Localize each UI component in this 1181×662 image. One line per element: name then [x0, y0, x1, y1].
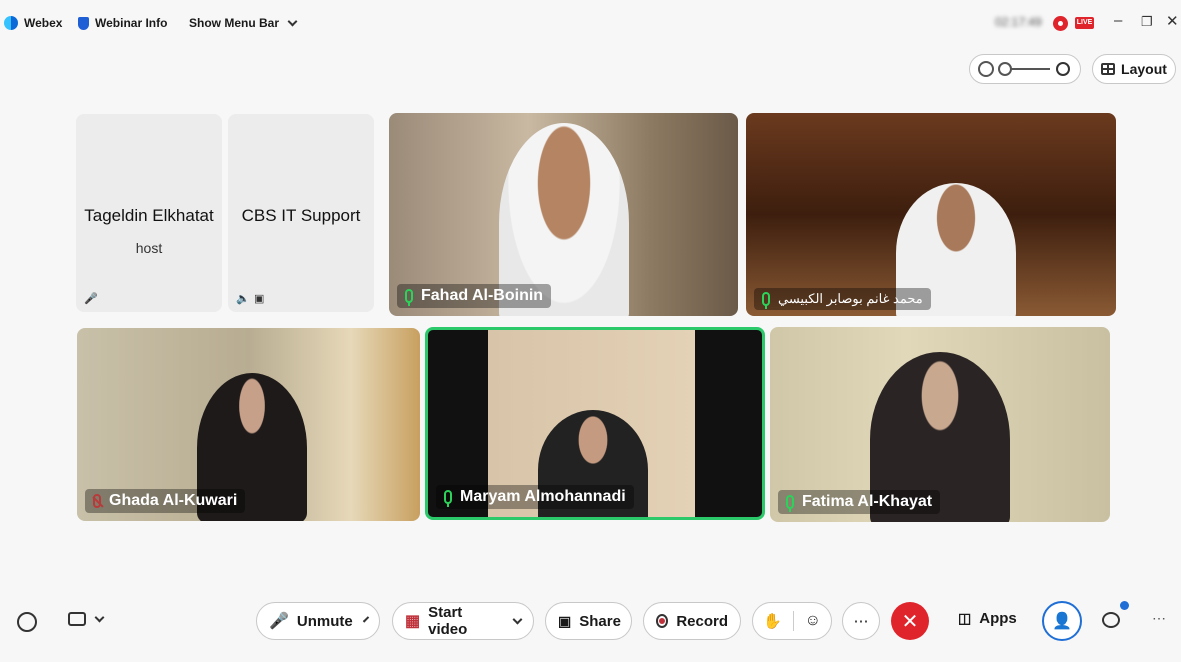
divider — [792, 611, 794, 631]
muted-mic-icon — [93, 494, 101, 508]
webinar-info-label: Webinar Info — [95, 16, 168, 30]
apps-icon: ◫ — [958, 610, 972, 626]
participant-name: محمد غانم بوصابر الكبيسي — [778, 291, 923, 306]
apps-button[interactable]: ◫ Apps — [958, 610, 1017, 627]
show-menu-bar-button[interactable]: Show Menu Bar — [189, 16, 298, 30]
participant-tile-tageldin[interactable]: Tageldin Elkhatat host 🎤 — [76, 114, 222, 312]
mic-active-icon — [786, 495, 794, 512]
zoom-slider-handle[interactable] — [998, 62, 1012, 76]
muted-mic-icon: 🎤 — [84, 293, 98, 305]
participant-name-tag: Fahad Al-Boinin — [397, 284, 552, 308]
zoom-control[interactable] — [969, 54, 1081, 84]
participant-name: Ghada Al-Kuwari — [109, 492, 238, 509]
raise-hand-icon[interactable]: ✋ — [763, 612, 782, 630]
chevron-down-icon — [94, 612, 105, 622]
record-icon — [656, 614, 669, 628]
meeting-timer: 02:17:49 — [995, 15, 1042, 29]
overflow-menu-icon[interactable]: ⋯ — [1152, 610, 1166, 627]
layout-label: Layout — [1121, 61, 1167, 77]
zoom-in-icon[interactable] — [1056, 62, 1070, 76]
screen-share-icon: ▣ — [254, 293, 265, 305]
start-video-button[interactable]: ▦ Start video — [392, 602, 534, 640]
start-video-label: Start video — [428, 604, 468, 638]
participant-tile-maryam[interactable]: Maryam Almohannadi — [425, 327, 765, 520]
share-label: Share — [579, 612, 621, 630]
record-label: Record — [676, 612, 728, 630]
share-screen-icon: ▣ — [558, 612, 572, 629]
participants-button[interactable]: 👤 — [1042, 601, 1082, 641]
participant-role: host — [135, 240, 163, 256]
captions-menu-button[interactable] — [68, 612, 105, 626]
participant-tile-fahad[interactable]: Fahad Al-Boinin — [389, 113, 738, 316]
participant-name-tag: Fatima Al-Khayat — [778, 490, 941, 514]
apps-label: Apps — [979, 610, 1017, 627]
participant-name-tag: Maryam Almohannadi — [436, 485, 634, 509]
share-button[interactable]: ▣ Share — [545, 602, 632, 640]
emoji-reaction-icon[interactable]: ☺ — [805, 612, 821, 630]
participant-name: Fatima Al-Khayat — [802, 493, 933, 510]
chevron-down-icon[interactable] — [512, 614, 523, 624]
mic-active-icon — [405, 289, 413, 306]
chevron-down-icon[interactable] — [362, 615, 370, 623]
unmute-button[interactable]: 🎤 Unmute — [256, 602, 380, 640]
participant-name-tag: محمد غانم بوصابر الكبيسي — [754, 288, 931, 310]
mic-active-icon — [762, 292, 770, 309]
leave-meeting-button[interactable]: ✕ — [891, 602, 929, 640]
chevron-down-icon — [287, 16, 298, 26]
minimize-icon[interactable]: – — [1114, 12, 1122, 29]
muted-mic-icon: 🎤 — [269, 613, 289, 630]
unmute-label: Unmute — [296, 612, 353, 630]
webinar-info-button[interactable]: Webinar Info — [78, 16, 167, 30]
shield-icon — [78, 16, 89, 30]
status-ring-icon[interactable] — [17, 612, 37, 632]
app-brand: Webex — [4, 16, 62, 30]
participant-tile-cbs-it[interactable]: CBS IT Support 🔈 ▣ — [228, 114, 374, 312]
participant-tile-mohammed[interactable]: محمد غانم بوصابر الكبيسي — [746, 113, 1116, 316]
mic-active-icon — [444, 490, 452, 507]
more-icon: ⋯ — [853, 613, 869, 630]
webex-logo-icon — [4, 16, 18, 30]
live-badge: LIVE — [1075, 17, 1094, 29]
chat-icon[interactable] — [1102, 612, 1120, 628]
captions-icon — [68, 612, 86, 626]
participant-name: Maryam Almohannadi — [460, 488, 626, 505]
participant-name: Fahad Al-Boinin — [421, 287, 544, 304]
participant-name: CBS IT Support — [241, 206, 361, 225]
show-menu-bar-label: Show Menu Bar — [189, 16, 280, 30]
video-off-icon: ▦ — [405, 613, 421, 630]
participant-name: Tageldin Elkhatat — [84, 206, 214, 225]
app-name: Webex — [24, 16, 63, 30]
zoom-slider[interactable] — [998, 62, 1050, 76]
zoom-out-icon[interactable] — [978, 61, 994, 77]
restore-icon[interactable]: ❐ — [1141, 14, 1153, 30]
participant-tile-ghada[interactable]: Ghada Al-Kuwari — [77, 328, 420, 521]
layout-button[interactable]: Layout — [1092, 54, 1176, 84]
participant-name-tag: Ghada Al-Kuwari — [85, 489, 246, 513]
grid-layout-icon — [1101, 63, 1116, 75]
close-icon[interactable]: ✕ — [1166, 12, 1179, 30]
recording-indicator-icon — [1053, 16, 1068, 31]
record-button[interactable]: Record — [643, 602, 741, 640]
participants-icon: 👤 — [1052, 613, 1072, 630]
reactions-group: ✋ ☺ — [752, 602, 832, 640]
participant-tile-fatima[interactable]: Fatima Al-Khayat — [770, 327, 1110, 522]
more-options-button[interactable]: ⋯ — [842, 602, 880, 640]
close-icon: ✕ — [901, 610, 919, 633]
chat-notification-badge — [1120, 601, 1129, 610]
speaker-muted-icon: 🔈 — [236, 293, 250, 305]
